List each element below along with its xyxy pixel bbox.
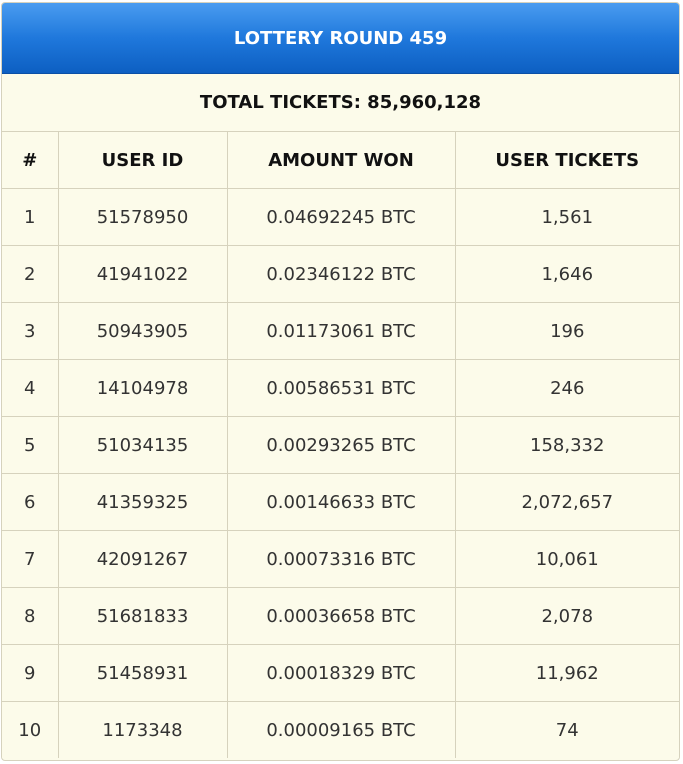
table-row: 4 14104978 0.00586531 BTC 246 [2, 359, 679, 417]
user-id-cell: 51578950 [58, 188, 228, 246]
rank-cell: 5 [2, 416, 59, 474]
user-id-cell: 50943905 [58, 302, 228, 360]
user-tickets-cell: 246 [455, 359, 679, 417]
table-row: 7 42091267 0.00073316 BTC 10,061 [2, 530, 679, 588]
amount-won-cell: 0.00293265 BTC [227, 416, 456, 474]
user-id-cell: 41941022 [58, 245, 228, 303]
table-row: 1 51578950 0.04692245 BTC 1,561 [2, 188, 679, 246]
table-header-row: # USER ID AMOUNT WON USER TICKETS [2, 132, 679, 189]
rank-cell: 7 [2, 530, 59, 588]
rank-cell: 1 [2, 188, 59, 246]
table-row: 6 41359325 0.00146633 BTC 2,072,657 [2, 473, 679, 531]
table-row: 3 50943905 0.01173061 BTC 196 [2, 302, 679, 360]
table-row: 5 51034135 0.00293265 BTC 158,332 [2, 416, 679, 474]
rank-cell: 9 [2, 644, 59, 702]
rank-cell: 10 [2, 701, 59, 758]
table-row: 2 41941022 0.02346122 BTC 1,646 [2, 245, 679, 303]
user-tickets-cell: 11,962 [455, 644, 679, 702]
user-tickets-cell: 10,061 [455, 530, 679, 588]
user-id-cell: 51681833 [58, 587, 228, 645]
user-tickets-cell: 1,646 [455, 245, 679, 303]
column-header-user-id: USER ID [58, 132, 228, 189]
column-header-amount-won: AMOUNT WON [227, 132, 456, 189]
rank-cell: 8 [2, 587, 59, 645]
table-row: 10 1173348 0.00009165 BTC 74 [2, 701, 679, 758]
lottery-results-panel: LOTTERY ROUND 459 TOTAL TICKETS: 85,960,… [1, 2, 680, 761]
user-tickets-cell: 158,332 [455, 416, 679, 474]
total-tickets: TOTAL TICKETS: 85,960,128 [2, 74, 679, 132]
column-header-user-tickets: USER TICKETS [455, 132, 679, 189]
rank-cell: 2 [2, 245, 59, 303]
user-id-cell: 42091267 [58, 530, 228, 588]
user-id-cell: 14104978 [58, 359, 228, 417]
amount-won-cell: 0.00009165 BTC [227, 701, 456, 758]
table-row: 9 51458931 0.00018329 BTC 11,962 [2, 644, 679, 702]
user-id-cell: 51458931 [58, 644, 228, 702]
rank-cell: 6 [2, 473, 59, 531]
rank-cell: 4 [2, 359, 59, 417]
user-tickets-cell: 2,072,657 [455, 473, 679, 531]
amount-won-cell: 0.00073316 BTC [227, 530, 456, 588]
user-tickets-cell: 1,561 [455, 188, 679, 246]
amount-won-cell: 0.00036658 BTC [227, 587, 456, 645]
amount-won-cell: 0.00146633 BTC [227, 473, 456, 531]
user-tickets-cell: 74 [555, 719, 579, 741]
amount-won-cell: 0.00018329 BTC [227, 644, 456, 702]
amount-won-cell: 0.01173061 BTC [227, 302, 456, 360]
user-id-cell: 51034135 [58, 416, 228, 474]
results-table: # USER ID AMOUNT WON USER TICKETS 1 5157… [2, 132, 679, 758]
amount-won-cell: 0.00586531 BTC [227, 359, 456, 417]
user-id-cell: 41359325 [58, 473, 228, 531]
panel-title: LOTTERY ROUND 459 [2, 3, 679, 74]
user-tickets-cell: 2,078 [455, 587, 679, 645]
amount-won-cell: 0.02346122 BTC [227, 245, 456, 303]
column-header-rank: # [2, 132, 59, 189]
table-row: 8 51681833 0.00036658 BTC 2,078 [2, 587, 679, 645]
user-tickets-cell: 196 [455, 302, 679, 360]
amount-won-cell: 0.04692245 BTC [227, 188, 456, 246]
rank-cell: 3 [2, 302, 59, 360]
user-id-cell: 1173348 [58, 701, 228, 758]
